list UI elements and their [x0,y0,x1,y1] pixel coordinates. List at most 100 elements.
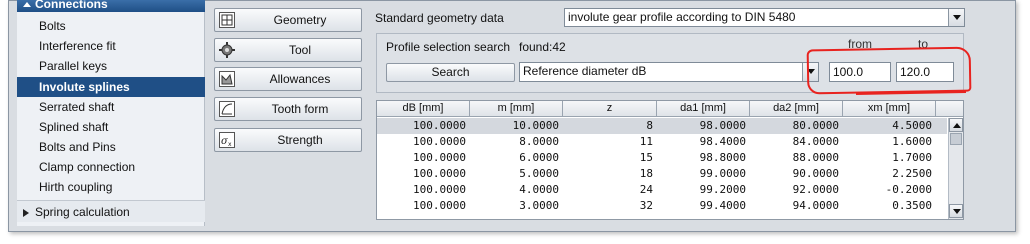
search-parameter-select[interactable]: Reference diameter dB [519,62,819,82]
table-cell: 4.5000 [892,119,932,132]
strength-button[interactable]: σx Strength [214,128,362,152]
tool-button[interactable]: Tool [214,38,362,62]
table-cell: 98.8000 [699,151,746,164]
sidebar-item-involute-splines[interactable]: Involute splines [17,77,205,97]
table-cell: 0.3500 [892,199,932,212]
table-row[interactable]: 100.0000 8.0000 11 98.4000 84.0000 1.600… [377,134,947,150]
sidebar-item-splined-shaft[interactable]: Splined shaft [17,117,205,137]
from-label: from [848,37,872,51]
table-row[interactable]: 100.0000 3.0000 32 99.4000 94.0000 0.350… [377,198,947,214]
profile-search-label: Profile selection search [386,40,511,54]
column-header-xm[interactable]: xm [mm] [843,101,936,117]
table-header: dB [mm] m [mm] z da1 [mm] da2 [mm] xm [m… [377,101,963,117]
table-cell: 10.0000 [512,119,559,132]
table-cell: 92.0000 [792,183,839,196]
sidebar-item-hirth-coupling[interactable]: Hirth coupling [17,177,205,197]
table-cell: 1.6000 [892,135,932,148]
chevron-down-icon[interactable] [948,9,964,26]
sidebar-item-serrated-shaft[interactable]: Serrated shaft [17,97,205,117]
table-cell: 80.0000 [792,119,839,132]
table-cell: 88.0000 [792,151,839,164]
search-parameter-value: Reference diameter dB [523,64,647,78]
table-cell: 90.0000 [792,167,839,180]
table-cell: 8 [646,119,653,132]
table-cell: 8.0000 [519,135,559,148]
sidebar-item-spring-calculation[interactable]: Spring calculation [17,200,205,222]
table-cell: 84.0000 [792,135,839,148]
table-cell: 100.0000 [413,199,466,212]
standard-geometry-value: involute gear profile according to DIN 5… [568,10,796,24]
table-cell: 98.4000 [699,135,746,148]
table-row[interactable]: 100.0000 5.0000 18 99.0000 90.0000 2.250… [377,166,947,182]
sidebar-header-label: Connections [35,0,108,11]
to-label: to [918,37,929,51]
standard-geometry-label: Standard geometry data [375,11,504,25]
table-cell: 6.0000 [519,151,559,164]
table-cell: 94.0000 [792,199,839,212]
table-cell: 100.0000 [413,135,466,148]
table-cell: 98.0000 [699,119,746,132]
sidebar-item-bolts-and-pins[interactable]: Bolts and Pins [17,137,205,157]
sidebar-item-bolts[interactable]: Bolts [17,16,205,36]
allowances-button-label: Allowances [269,72,331,86]
column-header-db[interactable]: dB [mm] [377,101,470,117]
table-row[interactable]: 100.0000 10.0000 8 98.0000 80.0000 4.500… [377,118,947,134]
column-header-m[interactable]: m [mm] [470,101,563,117]
geometry-button-label: Geometry [273,13,327,27]
tooth-form-button[interactable]: Tooth form [214,97,362,121]
tooth-form-icon [219,101,235,117]
svg-text:x: x [228,141,232,147]
table-cell: 100.0000 [413,183,466,196]
sidebar-item-clamp-connection[interactable]: Clamp connection [17,157,205,177]
table-cell: 1.7000 [892,151,932,164]
geometry-icon [219,12,235,28]
sidebar: Connections Bolts Interference fit Paral… [17,0,205,226]
allowances-button[interactable]: Allowances [214,67,362,91]
sidebar-header[interactable]: Connections [17,0,205,12]
table-cell: -0.2000 [885,183,932,196]
table-cell: 3.0000 [519,199,559,212]
expand-icon [23,208,29,217]
allowances-icon [219,71,235,87]
collapse-icon [23,2,31,7]
chevron-down-icon[interactable] [802,63,818,81]
table-cell: 99.4000 [699,199,746,212]
profile-table: dB [mm] m [mm] z da1 [mm] da2 [mm] xm [m… [376,100,964,220]
table-cell: 99.2000 [699,183,746,196]
table-cell: 11 [639,135,653,148]
sidebar-item-interference-fit[interactable]: Interference fit [17,36,205,56]
table-cell: 4.0000 [519,183,559,196]
strength-icon: σx [219,132,235,148]
table-cell: 100.0000 [413,119,466,132]
column-header-da2[interactable]: da2 [mm] [750,101,843,117]
scroll-up-icon[interactable] [949,118,963,132]
table-row[interactable]: 100.0000 4.0000 24 99.2000 92.0000 -0.20… [377,182,947,198]
search-button[interactable]: Search [386,63,515,82]
geometry-button[interactable]: Geometry [214,8,362,32]
table-cell: 100.0000 [413,151,466,164]
to-input[interactable]: 120.0 [896,62,954,82]
table-cell: 99.0000 [699,167,746,180]
table-cell: 5.0000 [519,167,559,180]
found-count: found:42 [519,40,566,54]
table-scrollbar[interactable] [948,118,963,219]
table-cell: 2.2500 [892,167,932,180]
from-input[interactable]: 100.0 [829,62,891,82]
table-cell: 100.0000 [413,167,466,180]
table-cell: 32 [639,199,653,212]
sidebar-item-parallel-keys[interactable]: Parallel keys [17,56,205,76]
spring-calculation-label: Spring calculation [35,205,130,219]
tooth-form-button-label: Tooth form [271,102,329,116]
strength-button-label: Strength [277,133,323,147]
table-row[interactable]: 100.0000 6.0000 15 98.8000 88.0000 1.700… [377,150,947,166]
column-header-da1[interactable]: da1 [mm] [657,101,750,117]
standard-geometry-select[interactable]: involute gear profile according to DIN 5… [564,8,965,27]
table-cell: 24 [639,183,653,196]
table-cell: 18 [639,167,653,180]
table-cell: 15 [639,151,653,164]
tool-gear-icon [219,42,235,58]
column-header-z[interactable]: z [563,101,657,117]
tool-button-label: Tool [288,43,311,57]
scroll-down-icon[interactable] [949,204,963,218]
scroll-thumb[interactable] [950,133,962,145]
